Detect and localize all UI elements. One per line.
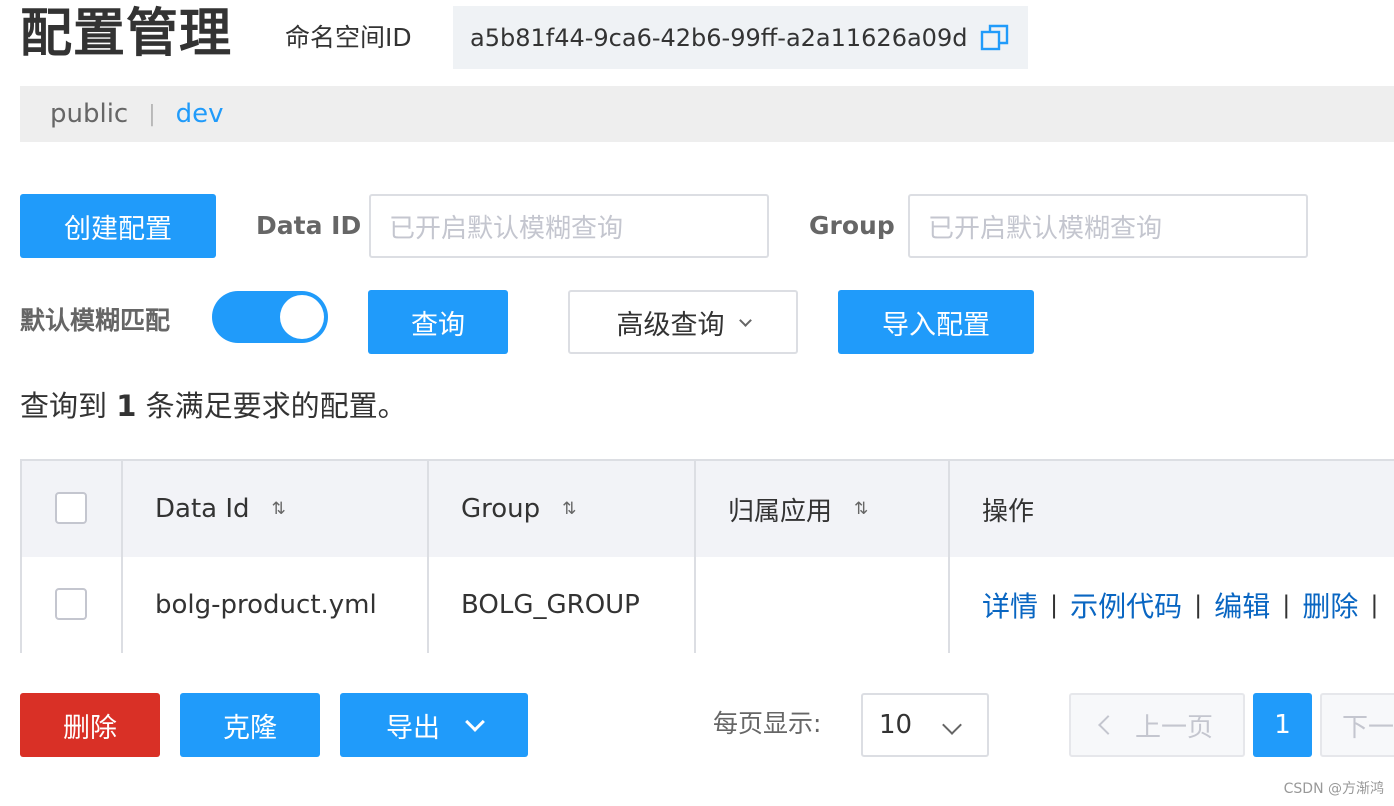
fuzzy-match-toggle[interactable] — [212, 291, 328, 343]
summary-prefix: 查询到 — [20, 389, 108, 423]
chevron-left-icon — [1098, 715, 1118, 735]
data-id-placeholder: 已开启默认模糊查询 — [389, 213, 624, 244]
copy-icon[interactable] — [980, 23, 1010, 53]
prev-page-button[interactable]: 上一页 — [1069, 693, 1245, 757]
next-page-label: 下一页 — [1342, 712, 1394, 743]
column-header-group[interactable]: Group ⇅ — [429, 461, 695, 557]
clone-button[interactable]: 克隆 — [180, 693, 320, 757]
action-separator: | — [1370, 591, 1379, 619]
edit-link[interactable]: 编辑 — [1214, 585, 1270, 625]
sort-icon[interactable]: ⇅ — [854, 499, 868, 519]
export-label: 导出 — [386, 712, 440, 744]
batch-delete-button[interactable]: 删除 — [20, 693, 160, 757]
cell-actions: 详情 | 示例代码 | 编辑 | 删除 | — [950, 557, 1394, 653]
chevron-down-icon — [465, 711, 485, 732]
row-checkbox[interactable] — [55, 588, 87, 620]
data-id-input[interactable]: 已开启默认模糊查询 — [369, 194, 769, 258]
column-header-data-id[interactable]: Data Id ⇅ — [123, 461, 428, 557]
group-input[interactable]: 已开启默认模糊查询 — [908, 194, 1308, 258]
advanced-query-label: 高级查询 — [616, 309, 725, 341]
sample-code-link[interactable]: 示例代码 — [1070, 585, 1182, 625]
table-header: Data Id ⇅ Group ⇅ 归属应用 ⇅ 操作 — [22, 461, 1394, 559]
chevron-down-icon — [738, 313, 752, 327]
cell-app — [696, 557, 949, 653]
namespace-separator: | — [148, 101, 156, 127]
table-row: bolg-product.yml BOLG_GROUP 详情 | 示例代码 | … — [22, 557, 1394, 653]
page-size-label: 每页显示: — [713, 709, 822, 738]
namespace-tab-dev[interactable]: dev — [176, 99, 224, 129]
page-title: 配置管理 — [20, 4, 233, 64]
column-header-app[interactable]: 归属应用 ⇅ — [696, 461, 949, 557]
action-separator: | — [1282, 591, 1291, 619]
page-number-current[interactable]: 1 — [1253, 693, 1312, 757]
group-placeholder: 已开启默认模糊查询 — [928, 213, 1163, 244]
namespace-tab-public[interactable]: public — [50, 99, 128, 129]
advanced-query-button[interactable]: 高级查询 — [568, 290, 798, 354]
summary-suffix: 条满足要求的配置。 — [145, 389, 407, 423]
namespace-id-label: 命名空间ID — [285, 23, 412, 52]
cell-group: BOLG_GROUP — [461, 590, 640, 620]
group-label: Group — [809, 211, 895, 240]
fuzzy-match-label: 默认模糊匹配 — [20, 306, 171, 335]
column-header-actions: 操作 — [982, 496, 1035, 527]
action-separator: | — [1050, 591, 1059, 619]
sort-icon[interactable]: ⇅ — [562, 499, 576, 519]
page-size-value: 10 — [879, 710, 913, 740]
config-table: Data Id ⇅ Group ⇅ 归属应用 ⇅ 操作 bolg-product… — [20, 459, 1394, 653]
watermark: CSDN @方渐鸿 — [1283, 781, 1384, 797]
import-config-button[interactable]: 导入配置 — [838, 290, 1034, 354]
result-summary: 查询到 1 条满足要求的配置。 — [20, 386, 407, 426]
action-separator: | — [1194, 591, 1203, 619]
select-all-checkbox[interactable] — [55, 492, 87, 524]
namespace-id-value: a5b81f44-9ca6-42b6-99ff-a2a11626a09d — [470, 23, 968, 52]
next-page-button[interactable]: 下一页 — [1320, 693, 1394, 757]
toggle-knob — [280, 295, 324, 339]
query-button[interactable]: 查询 — [368, 290, 508, 354]
namespace-tabs: public | dev — [20, 86, 1394, 142]
delete-link[interactable]: 删除 — [1302, 585, 1358, 625]
namespace-id-box: a5b81f44-9ca6-42b6-99ff-a2a11626a09d — [453, 6, 1028, 69]
prev-page-label: 上一页 — [1134, 712, 1213, 743]
result-count: 1 — [116, 389, 137, 423]
create-config-button[interactable]: 创建配置 — [20, 194, 216, 258]
sort-icon[interactable]: ⇅ — [272, 499, 286, 519]
page-size-select[interactable]: 10 — [861, 693, 989, 757]
export-button[interactable]: 导出 — [340, 693, 528, 757]
data-id-label: Data ID — [256, 211, 362, 240]
chevron-down-icon — [942, 715, 962, 735]
cell-data-id: bolg-product.yml — [155, 590, 377, 620]
detail-link[interactable]: 详情 — [982, 585, 1038, 625]
